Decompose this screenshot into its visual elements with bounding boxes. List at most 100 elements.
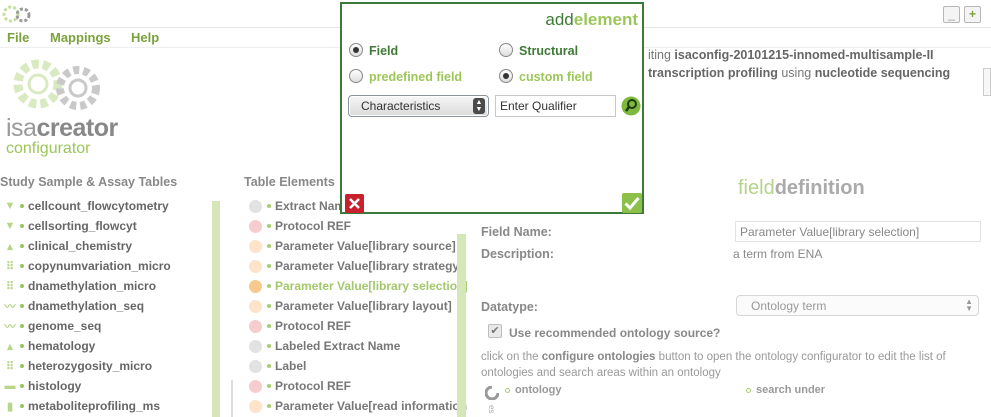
study-table-item[interactable]: ▮ metaboliteprofiling_ms <box>0 396 205 416</box>
table-element-label: Labeled Extract Name <box>275 339 401 353</box>
study-table-item[interactable]: 〰 dnamethylation_seq <box>0 296 205 316</box>
study-table-label: heterozygosity_micro <box>28 359 153 373</box>
brand-name: isacreator <box>6 114 118 143</box>
close-icon[interactable] <box>345 194 364 213</box>
search-under-label: search under <box>756 384 826 396</box>
study-table-item[interactable]: ▼ cellsorting_flowcyt <box>0 216 205 236</box>
table-element-item[interactable]: Parameter Value[read information] <box>247 396 467 416</box>
field-name-label: Field Name: <box>481 225 552 239</box>
use-recommended-label: Use recommended ontology source? <box>509 326 721 340</box>
table-element-label: Parameter Value[read information] <box>275 399 467 413</box>
bars-icon: ▮ <box>6 400 14 413</box>
table-elements-heading: Table Elements <box>244 175 335 189</box>
study-table-item[interactable]: ▬ histology <box>0 376 205 396</box>
table-element-item[interactable]: Parameter Value[library strategy] <box>247 256 467 276</box>
table-element-label: Parameter Value[library selection] <box>275 279 467 293</box>
table-element-label: Label <box>275 359 307 373</box>
menu-mappings[interactable]: Mappings <box>50 30 111 45</box>
study-table-item[interactable]: ⠿ heterozygosity_micro <box>0 356 205 376</box>
editing-info-line2: transcription profiling using nucleotide… <box>648 66 950 80</box>
qualifier-input[interactable]: Enter Qualifier <box>495 95 616 117</box>
grid-icon: ⠿ <box>5 360 15 373</box>
table-element-item[interactable]: Protocol REF <box>247 376 467 396</box>
menu-file[interactable]: File <box>7 30 29 45</box>
table-element-item[interactable]: Protocol REF <box>247 216 467 236</box>
study-table-item[interactable]: ⠿ copynumvariation_micro <box>0 256 205 276</box>
study-tables-heading: Study Sample & Assay Tables <box>0 175 178 189</box>
table-element-item[interactable]: Protocol REF <box>247 316 467 336</box>
field-definition-title: fielddefinition <box>738 177 865 200</box>
elements-list-scrollbar[interactable] <box>457 234 466 417</box>
table-element-item[interactable]: Labeled Extract Name <box>247 336 467 356</box>
search-under-column-header: search under <box>746 384 825 396</box>
dialog-title: addelement <box>545 10 638 30</box>
study-table-label: cellcount_flowcytometry <box>28 199 169 213</box>
custom-field-radio[interactable] <box>499 69 513 83</box>
slide-icon: ▬ <box>4 380 16 392</box>
panel-scrollbar[interactable] <box>983 68 991 96</box>
help-prefix: click on the <box>481 351 539 363</box>
wave-icon: 〰 <box>4 321 16 333</box>
study-table-label: copynumvariation_micro <box>28 259 171 273</box>
field-radio-label: Field <box>369 44 399 58</box>
study-table-label: genome_seq <box>28 319 102 333</box>
study-table-item[interactable]: 〰 genome_seq <box>0 316 205 336</box>
table-element-label: Parameter Value[library strategy] <box>275 259 464 273</box>
table-elements-list: Extract Name Protocol REF Parameter Valu… <box>247 196 467 416</box>
table-element-item[interactable]: Parameter Value[library layout] <box>247 296 467 316</box>
config-name: isaconfig-20101215-innomed-multisample-I… <box>674 48 934 62</box>
table-element-label: Parameter Value[library layout] <box>275 299 452 313</box>
study-table-item[interactable]: ⠿ dnamethylation_micro <box>0 276 205 296</box>
description-value[interactable]: a term from ENA <box>733 247 822 261</box>
study-table-item[interactable]: ▴ hematology <box>0 336 205 356</box>
study-table-label: clinical_chemistry <box>28 239 133 253</box>
loading-spinner-icon <box>485 386 499 400</box>
dialog-title-light: add <box>545 10 574 29</box>
menu-help[interactable]: Help <box>131 30 159 45</box>
predefined-field-radio[interactable] <box>349 69 363 83</box>
using-text: using <box>781 66 812 80</box>
minimize-button[interactable]: _ <box>943 6 960 23</box>
study-table-label: metaboliteprofiling_ms <box>28 399 161 413</box>
datatype-select[interactable]: Ontology term ▲ ▼ <box>736 295 979 316</box>
editing-prefix: iting <box>648 48 671 62</box>
study-table-label: hematology <box>28 339 96 353</box>
structural-radio[interactable] <box>499 43 513 57</box>
structural-radio-label: Structural <box>519 44 579 58</box>
table-element-item[interactable]: Label <box>247 356 467 376</box>
search-icon[interactable] <box>621 96 641 116</box>
brand-name-light: isa <box>6 114 37 142</box>
element-type-value: Characteristics <box>361 99 441 113</box>
table-element-item[interactable]: Parameter Value[library source] <box>247 236 467 256</box>
fd-title-light: field <box>738 177 775 199</box>
select-arrows-icon: ▲ ▼ <box>473 98 485 114</box>
custom-field-label: custom field <box>519 70 593 84</box>
table-element-label: Parameter Value[library source] <box>275 239 456 253</box>
editing-info-line1: iting isaconfig-20101215-innomed-multisa… <box>648 48 934 62</box>
study-table-item[interactable]: ▼ cellcount_flowcytometry <box>0 196 205 216</box>
datatype-value: Ontology term <box>751 299 827 313</box>
funnel-icon: ▼ <box>4 200 16 212</box>
brand-subtitle: configurator <box>6 140 91 157</box>
study-tables-list: ▼ cellcount_flowcytometry ▼ cellsorting_fl… <box>0 196 205 416</box>
element-type-select[interactable]: Characteristics ▲ ▼ <box>348 95 489 117</box>
study-table-label: histology <box>28 379 82 393</box>
field-radio[interactable] <box>349 43 363 57</box>
table-element-label: Protocol REF <box>275 319 352 333</box>
field-name-input[interactable]: Parameter Value[library selection] <box>735 221 981 242</box>
study-list-scrollbar[interactable] <box>212 201 220 417</box>
confirm-check-icon[interactable] <box>622 193 642 213</box>
grid-icon: ⠿ <box>5 260 15 273</box>
use-recommended-checkbox[interactable]: ✔ <box>488 324 502 338</box>
table-element-label: Protocol REF <box>275 379 352 393</box>
study-table-label: cellsorting_flowcyt <box>28 219 137 233</box>
help-bold: configure ontologies <box>541 351 656 363</box>
gears-icon <box>2 5 31 23</box>
dialog-title-bold: element <box>573 10 638 29</box>
table-element-label: Protocol REF <box>275 219 352 233</box>
funnel-icon: ▼ <box>4 220 16 232</box>
table-element-item-selected[interactable]: Parameter Value[library selection] <box>247 276 467 296</box>
maximize-button[interactable]: + <box>964 6 981 23</box>
study-table-item[interactable]: ▴ clinical_chemistry <box>0 236 205 256</box>
fd-title-bold: definition <box>774 177 865 199</box>
